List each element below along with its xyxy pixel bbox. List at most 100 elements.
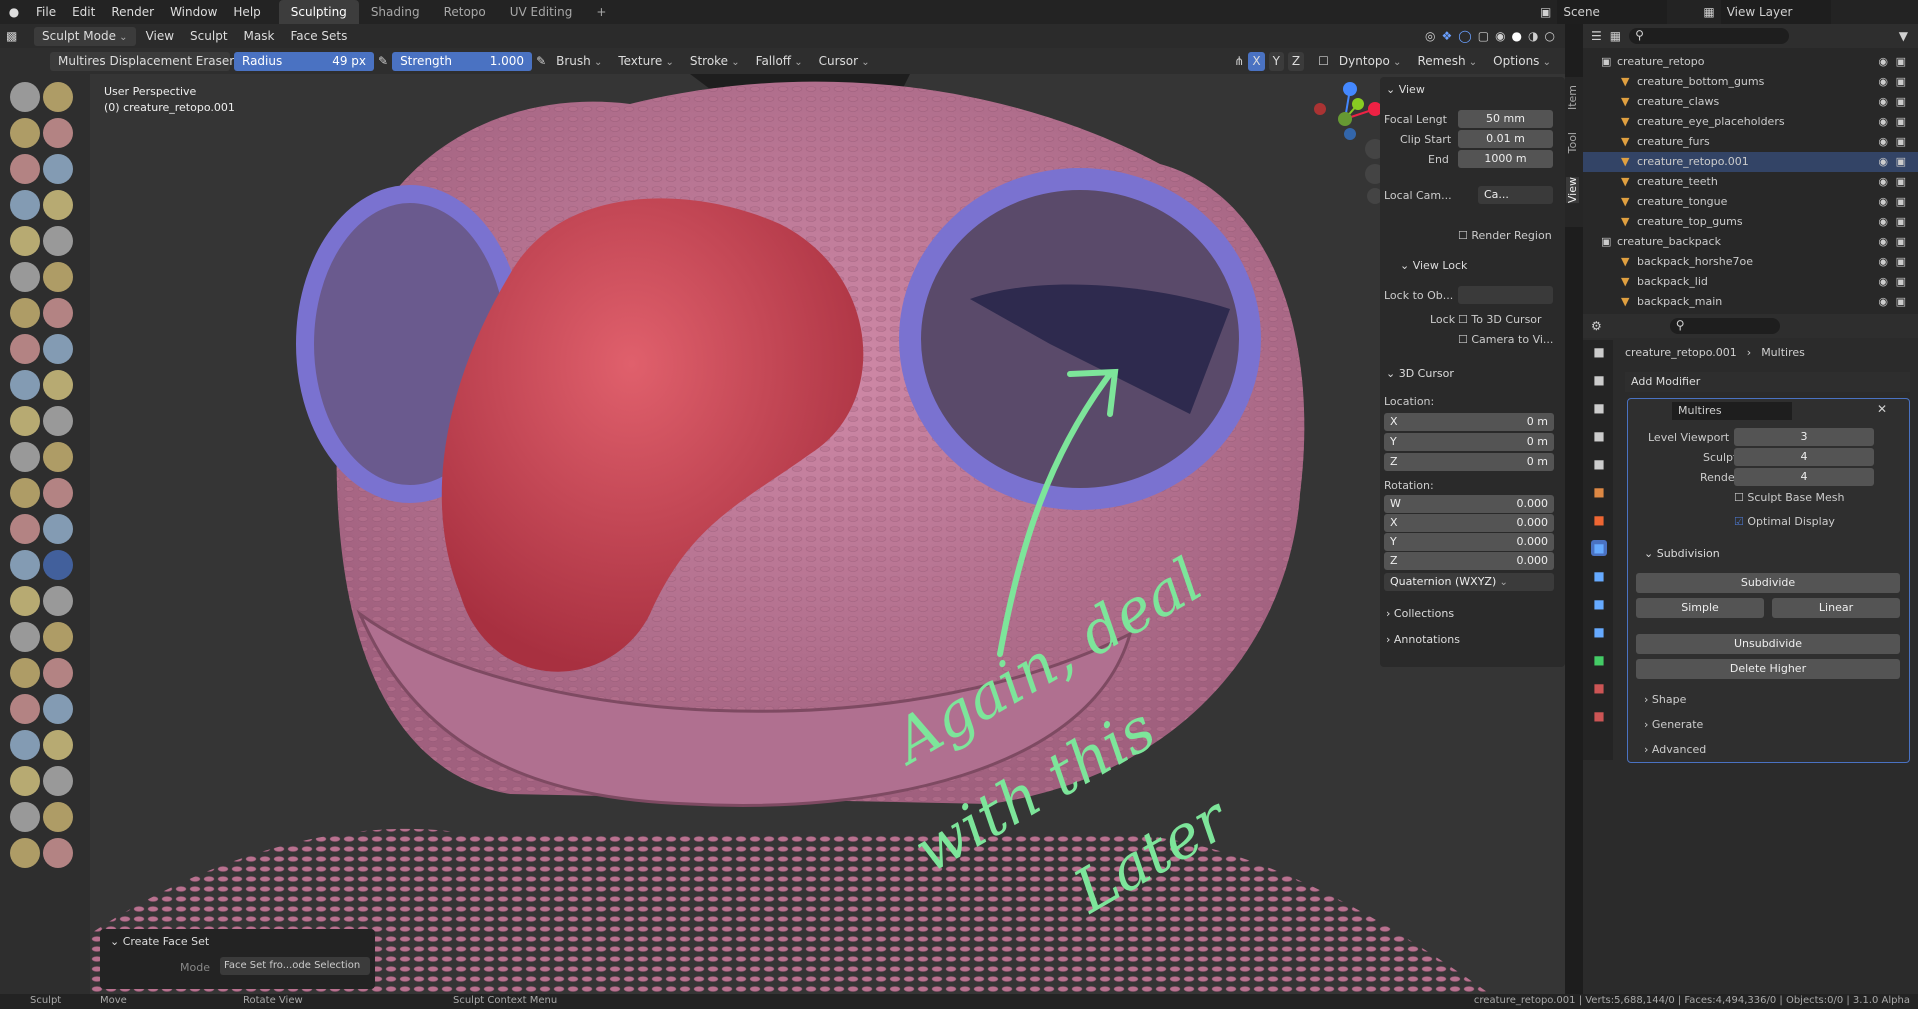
visibility-eye-icon[interactable]: ◉ [1878,112,1888,132]
sculpt-brush-tool-icon[interactable] [43,766,73,796]
sculpt-brush-tool-icon[interactable] [10,766,40,796]
tab-item[interactable]: Item [1566,85,1579,110]
menu-edit[interactable]: Edit [64,0,103,24]
menu-face-sets[interactable]: Face Sets [284,29,353,43]
sculpt-brush-tool-icon[interactable] [10,226,40,256]
unsubdivide-button[interactable]: Unsubdivide [1636,634,1900,654]
menu-falloff[interactable]: Falloff [750,54,809,68]
render-camera-icon[interactable]: ▣ [1896,92,1906,112]
sculpt-brush-tool-icon[interactable] [10,622,40,652]
sculpt-brush-tool-icon[interactable] [10,118,40,148]
sculpt-brush-tool-icon[interactable] [10,334,40,364]
view-layer-props-icon[interactable]: ■ [1591,428,1607,444]
cursor-location-y[interactable]: Y 0 m [1384,433,1554,451]
options-menu[interactable]: Options [1487,54,1557,68]
render-props-icon[interactable]: ■ [1591,372,1607,388]
render-camera-icon[interactable]: ▣ [1896,112,1906,132]
menu-sculpt[interactable]: Sculpt [184,29,233,43]
sculpt-brush-tool-icon[interactable] [10,190,40,220]
overlay-icon[interactable]: ◯ [1458,29,1471,43]
sculpt-brush-tool-icon[interactable] [43,190,73,220]
menu-help[interactable]: Help [225,0,268,24]
outliner-object-row[interactable]: ▼ creature_eye_placeholders ◉ ▣ [1583,112,1918,132]
world-props-icon[interactable]: ■ [1591,484,1607,500]
mode-select[interactable]: Sculpt Mode [34,26,136,46]
render-camera-icon[interactable]: ▣ [1896,212,1906,232]
sculpt-brush-tool-icon[interactable] [10,514,40,544]
view-layer-name[interactable]: View Layer [1720,0,1831,24]
add-workspace-button[interactable]: + [584,0,618,24]
sculpt-brush-tool-icon[interactable] [43,550,73,580]
cursor-rotation-x[interactable]: X 0.000 [1384,514,1554,532]
sculpt-brush-tool-icon[interactable] [43,838,73,868]
sculpt-brush-tool-icon[interactable] [10,550,40,580]
sculpt-brush-tool-icon[interactable] [10,262,40,292]
dyntopo-checkbox[interactable]: ☐ [1318,54,1329,68]
filter-icon[interactable]: ▼ [1899,29,1918,43]
visibility-eye-icon[interactable]: ◉ [1878,232,1888,252]
view-lock-header[interactable]: ⌄ View Lock [1400,259,1467,272]
workspace-tab-retopo[interactable]: Retopo [432,0,498,24]
shading-solid-icon[interactable]: ● [1512,29,1522,43]
operator-mode-select[interactable]: Face Set fro...ode Selection [220,957,370,975]
render-camera-icon[interactable]: ▣ [1896,232,1906,252]
workspace-tab-uv-editing[interactable]: UV Editing [498,0,585,24]
sculpt-brush-tool-icon[interactable] [43,802,73,832]
physics-props-icon[interactable]: ■ [1591,596,1607,612]
outliner-search-input[interactable]: ⚲ [1629,28,1790,44]
workspace-tab-shading[interactable]: Shading [359,0,432,24]
visibility-eye-icon[interactable]: ◉ [1878,212,1888,232]
sculpt-brush-tool-icon[interactable] [10,586,40,616]
visibility-eye-icon[interactable]: ◉ [1878,192,1888,212]
pressure-icon[interactable]: ✎ [378,54,388,68]
outliner-object-row[interactable]: ▼ creature_bottom_gums ◉ ▣ [1583,72,1918,92]
subdivision-header[interactable]: ⌄ Subdivision [1644,547,1720,560]
object-props-icon[interactable]: ■ [1591,512,1607,528]
axis-x-toggle[interactable]: X [1248,51,1265,71]
outliner-collection-row[interactable]: ▣ creature_retopo ◉ ▣ [1583,52,1918,72]
level-viewport-field[interactable]: 3 [1734,428,1874,446]
lock-to-cursor-checkbox[interactable]: ☐ To 3D Cursor [1458,313,1542,326]
output-props-icon[interactable]: ■ [1591,400,1607,416]
sculpt-brush-tool-icon[interactable] [10,730,40,760]
outliner-object-row[interactable]: ▼ backpack_main ◉ ▣ [1583,292,1918,312]
sculpt-brush-tool-icon[interactable] [43,514,73,544]
render-camera-icon[interactable]: ▣ [1896,252,1906,272]
sculpt-brush-tool-icon[interactable] [10,442,40,472]
visibility-eye-icon[interactable]: ◉ [1878,132,1888,152]
outliner-object-row[interactable]: ▼ creature_teeth ◉ ▣ [1583,172,1918,192]
editor-type-icon[interactable]: ▩ [6,29,30,43]
render-camera-icon[interactable]: ▣ [1896,152,1906,172]
menu-texture[interactable]: Texture [612,54,680,68]
render-camera-icon[interactable]: ▣ [1896,52,1906,72]
cursor-location-z[interactable]: Z 0 m [1384,453,1554,471]
sculpt-brush-tool-icon[interactable] [43,586,73,616]
outliner-editor-icon[interactable]: ☰ [1591,29,1602,43]
visibility-icon[interactable]: ◎ [1425,29,1435,43]
gizmo-icon[interactable]: ❖ [1442,29,1453,43]
render-region-checkbox[interactable]: ☐ Render Region [1458,229,1552,242]
render-camera-icon[interactable]: ▣ [1896,132,1906,152]
sculpt-brush-tool-icon[interactable] [43,694,73,724]
clip-start-field[interactable]: 0.01 m [1458,130,1553,148]
sculpt-brush-tool-icon[interactable] [43,658,73,688]
data-props-icon[interactable]: ■ [1591,652,1607,668]
scene-props-icon[interactable]: ■ [1591,456,1607,472]
modifier-name-field[interactable]: Multires [1672,402,1792,420]
sculpt-level-field[interactable]: 4 [1734,448,1874,466]
visibility-eye-icon[interactable]: ◉ [1878,272,1888,292]
menu-stroke[interactable]: Stroke [684,54,746,68]
sculpt-brush-tool-icon[interactable] [10,82,40,112]
sculpt-brush-tool-icon[interactable] [43,622,73,652]
outliner-object-row[interactable]: ▼ creature_top_gums ◉ ▣ [1583,212,1918,232]
clip-end-field[interactable]: 1000 m [1458,150,1553,168]
cursor-rotation-z[interactable]: Z 0.000 [1384,552,1554,570]
cursor-rotation-w[interactable]: W 0.000 [1384,495,1554,513]
subdivide-button[interactable]: Subdivide [1636,573,1900,593]
axis-z-toggle[interactable]: Z [1287,51,1305,71]
delete-higher-button[interactable]: Delete Higher [1636,659,1900,679]
optimal-display-checkbox[interactable]: ☑ Optimal Display [1734,515,1835,528]
render-camera-icon[interactable]: ▣ [1896,272,1906,292]
display-mode-icon[interactable]: ▦ [1610,29,1621,43]
sculpt-brush-tool-icon[interactable] [43,226,73,256]
